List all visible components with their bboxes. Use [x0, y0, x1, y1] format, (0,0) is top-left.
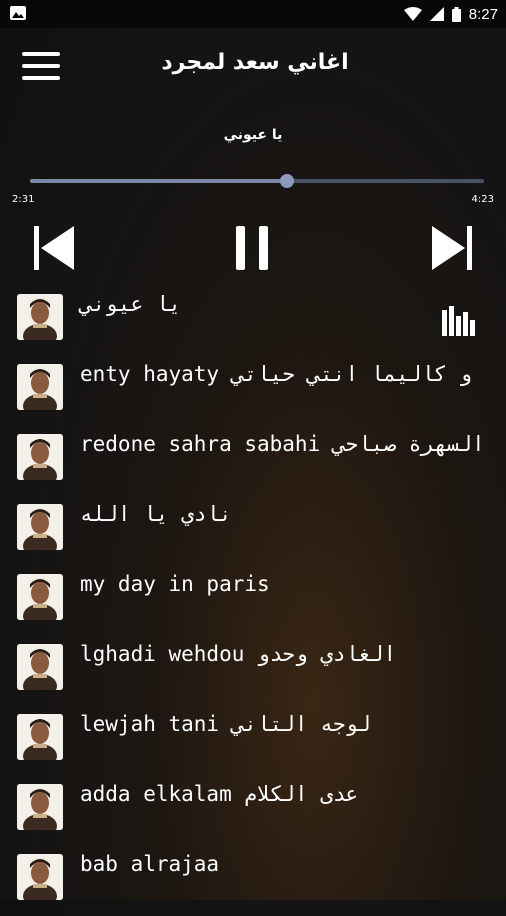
- playlist-item[interactable]: lewjah tani لوجه التاني: [0, 706, 506, 776]
- equalizer-icon[interactable]: [442, 306, 476, 336]
- image-notification-icon: [10, 6, 26, 20]
- seek-thumb[interactable]: [280, 174, 295, 188]
- hamburger-menu-icon[interactable]: [22, 52, 60, 84]
- artist-thumbnail: [17, 434, 63, 480]
- song-title: bab alrajaa: [80, 852, 220, 876]
- artist-thumbnail: [17, 644, 63, 690]
- artist-thumbnail: [17, 294, 63, 340]
- artist-thumbnail: [17, 504, 63, 550]
- clock: 8:27: [468, 5, 498, 23]
- song-title: lghadi wehdou الغادي وحدو: [80, 642, 397, 666]
- seek-progress: [30, 179, 288, 183]
- playlist-item[interactable]: redone sahra sabahi السهرة صباحي: [0, 426, 506, 496]
- signal-icon: [429, 7, 444, 21]
- app-bar: اغاني سعد لمجرد: [0, 28, 506, 108]
- current-time: 2:31: [12, 194, 35, 205]
- artist-thumbnail: [17, 784, 63, 830]
- song-title: lewjah tani لوجه التاني: [80, 712, 371, 736]
- total-time: 4:23: [471, 194, 494, 205]
- playlist-item[interactable]: نادي يا الله: [0, 496, 506, 566]
- playlist-item[interactable]: my day in paris: [0, 566, 506, 636]
- song-title: my day in paris: [80, 572, 270, 596]
- song-title: يا عيوني: [80, 292, 182, 316]
- playlist-item[interactable]: lghadi wehdou الغادي وحدو: [0, 636, 506, 706]
- status-bar: 8:27: [0, 0, 506, 28]
- song-title: enty hayaty و كاليما انتي حياتي: [80, 362, 472, 386]
- pause-icon[interactable]: [232, 224, 272, 272]
- playlist-item[interactable]: enty hayaty و كاليما انتي حياتي: [0, 356, 506, 426]
- battery-icon: [451, 6, 461, 22]
- skip-previous-icon[interactable]: [32, 224, 78, 272]
- wifi-icon: [403, 7, 422, 21]
- artist-thumbnail: [17, 854, 63, 900]
- song-title: adda elkalam عدى الكلام: [80, 782, 359, 806]
- song-title: redone sahra sabahi السهرة صباحي: [80, 432, 485, 456]
- song-title: نادي يا الله: [80, 502, 232, 526]
- playlist-item[interactable]: bab alrajaa: [0, 846, 506, 916]
- app-title: اغاني سعد لمجرد: [161, 50, 349, 75]
- skip-next-icon[interactable]: [428, 224, 474, 272]
- playlist-item[interactable]: يا عيوني: [0, 286, 506, 356]
- seek-bar[interactable]: [30, 174, 484, 188]
- playlist-item[interactable]: adda elkalam عدى الكلام: [0, 776, 506, 846]
- artist-thumbnail: [17, 574, 63, 620]
- now-playing-title: يا عيوني: [223, 127, 283, 143]
- artist-thumbnail: [17, 364, 63, 410]
- artist-thumbnail: [17, 714, 63, 760]
